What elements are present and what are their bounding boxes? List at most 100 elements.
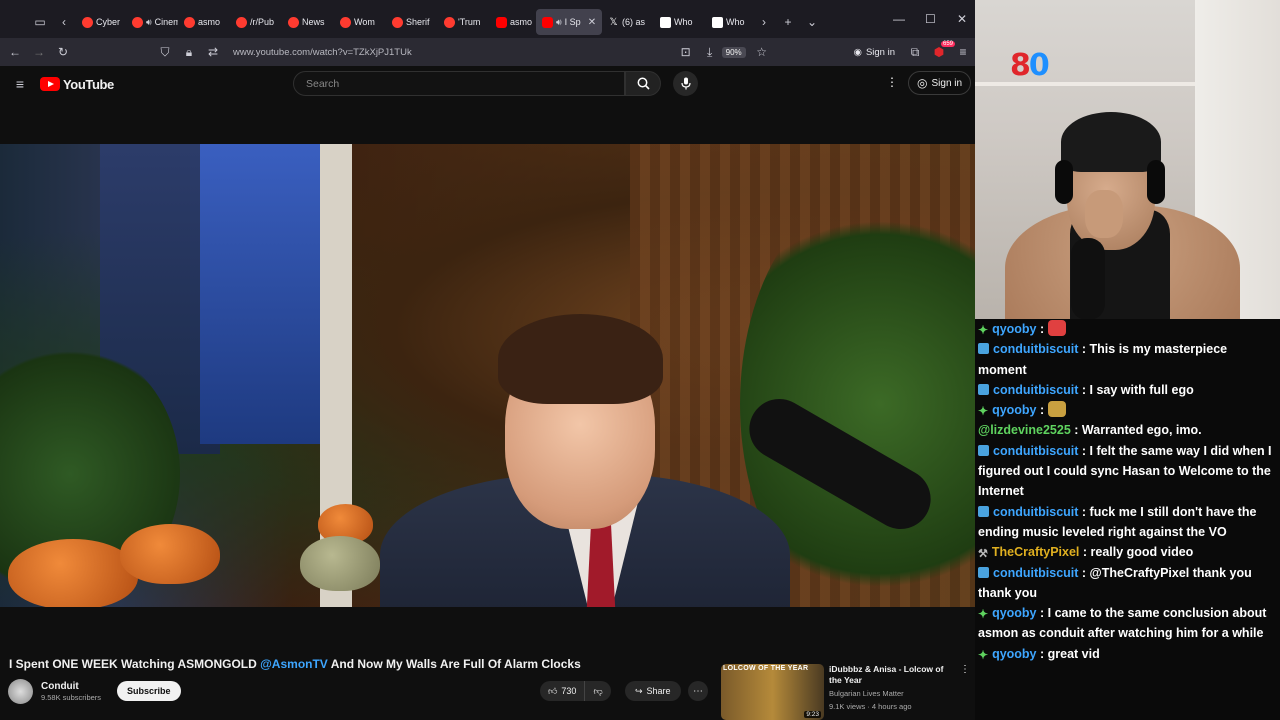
browser-tab[interactable]: asmo bbox=[490, 9, 536, 35]
video-player[interactable] bbox=[0, 144, 975, 607]
subscribe-button[interactable]: Subscribe bbox=[117, 681, 181, 701]
x-logo-icon: 𝕏 bbox=[609, 16, 618, 28]
chat-username[interactable]: @lizdevine2525 bbox=[978, 423, 1071, 437]
share-button[interactable]: ↪ Share bbox=[625, 681, 681, 701]
address-bar[interactable]: www.youtube.com/watch?v=TZkXjPJ1TUk bbox=[233, 47, 674, 58]
reload-icon[interactable]: ↻ bbox=[51, 45, 75, 59]
youtube-logo-text: YouTube bbox=[63, 76, 114, 92]
chat-message: ✦ qyooby : great vid bbox=[978, 644, 1278, 664]
app-menu-icon[interactable]: ≡ bbox=[951, 45, 975, 59]
search-icon bbox=[637, 77, 650, 90]
search-input[interactable]: Search bbox=[293, 71, 625, 96]
more-actions-button[interactable]: ⋯ bbox=[688, 681, 708, 701]
reddit-favicon-icon bbox=[236, 16, 247, 28]
browser-tab[interactable]: 🔊︎ Cinem bbox=[126, 9, 178, 35]
chat-username[interactable]: conduitbiscuit bbox=[993, 505, 1078, 519]
pumpkin bbox=[8, 539, 138, 607]
chat-text: I say with full ego bbox=[1089, 382, 1194, 397]
close-window-icon[interactable]: ✕ bbox=[957, 12, 967, 26]
chat-username[interactable]: qyooby bbox=[992, 403, 1036, 417]
back-icon[interactable]: ← bbox=[3, 45, 27, 59]
reddit-favicon-icon bbox=[184, 16, 195, 28]
close-tab-icon[interactable]: ✕ bbox=[588, 17, 596, 28]
firefox-account-button[interactable]: ◉ Sign in bbox=[854, 47, 895, 58]
channel-name[interactable]: Conduit bbox=[41, 681, 79, 692]
browser-tab[interactable]: /r/Pub bbox=[230, 9, 282, 35]
video-title-part: I Spent ONE WEEK Watching ASMONGOLD bbox=[9, 657, 261, 671]
browser-tab[interactable]: Wom bbox=[334, 9, 386, 35]
browser-tab[interactable]: Cyber bbox=[76, 9, 126, 35]
thumbs-up-icon: 👍︎ bbox=[548, 685, 558, 696]
extensions-icon[interactable]: ⧉ bbox=[903, 45, 927, 60]
chat-separator: : bbox=[1079, 545, 1091, 560]
web-favicon-icon bbox=[660, 16, 671, 28]
tab-label: Who bbox=[726, 17, 745, 27]
bookmark-star-icon[interactable]: ☆ bbox=[750, 45, 774, 59]
chat-panel: ✦ qyooby : conduitbiscuit : This is my ma… bbox=[975, 319, 1280, 720]
shield-icon[interactable]: ⛉ bbox=[153, 45, 177, 60]
chat-username[interactable]: TheCraftyPixel bbox=[992, 545, 1080, 559]
chat-username[interactable]: conduitbiscuit bbox=[993, 566, 1078, 580]
chat-username[interactable]: qyooby bbox=[992, 606, 1036, 620]
chat-username[interactable]: conduitbiscuit bbox=[993, 444, 1078, 458]
tab-label: /r/Pub bbox=[250, 17, 275, 27]
new-tab-icon[interactable]: + bbox=[776, 10, 800, 34]
browser-tab[interactable]: Who bbox=[654, 9, 706, 35]
chat-username[interactable]: qyooby bbox=[992, 647, 1036, 661]
ublock-badge: 659 bbox=[940, 41, 955, 47]
scroll-tabs-left-icon[interactable]: ‹ bbox=[52, 10, 76, 34]
forward-icon[interactable]: → bbox=[27, 45, 51, 59]
maximize-icon[interactable]: ☐ bbox=[925, 12, 936, 26]
permissions-icon[interactable]: ⇄ bbox=[201, 45, 225, 59]
speaker-icon[interactable]: 🔊︎ bbox=[146, 17, 152, 28]
like-dislike-group: 👍︎ 730 👎︎ bbox=[540, 681, 611, 701]
tool-badge-icon: ⚒ bbox=[978, 548, 988, 561]
headphone-right bbox=[1147, 160, 1165, 204]
browser-tab[interactable]: asmo bbox=[178, 9, 230, 35]
chat-username[interactable]: qyooby bbox=[992, 322, 1036, 336]
browser-tab[interactable]: Sherif bbox=[386, 9, 438, 35]
like-button[interactable]: 👍︎ 730 bbox=[540, 681, 586, 701]
settings-kebab-icon[interactable]: ⋮ bbox=[886, 75, 898, 89]
chat-separator: : bbox=[1036, 322, 1048, 336]
browser-tab[interactable]: 'Trum bbox=[438, 9, 490, 35]
voice-search-button[interactable] bbox=[673, 71, 698, 96]
scroll-tabs-right-icon[interactable]: › bbox=[752, 10, 776, 34]
prime-badge-icon bbox=[978, 566, 989, 578]
browser-tab[interactable]: 𝕏 (6) as bbox=[602, 9, 654, 35]
browser-tab[interactable]: 🔊︎ I Sp ✕ bbox=[536, 9, 602, 35]
chat-username[interactable]: conduitbiscuit bbox=[993, 342, 1078, 356]
channel-avatar[interactable] bbox=[8, 679, 33, 704]
lock-icon[interactable]: 🔒︎ bbox=[177, 45, 201, 60]
browser-tab[interactable]: News bbox=[282, 9, 334, 35]
minimize-icon[interactable]: — bbox=[893, 12, 905, 26]
youtube-signin-label: Sign in bbox=[931, 77, 963, 89]
browser-tab[interactable]: Who bbox=[706, 9, 752, 35]
youtube-favicon-icon bbox=[542, 16, 553, 28]
channel-mention-link[interactable]: @AsmonTV bbox=[260, 657, 328, 671]
chat-username[interactable]: conduitbiscuit bbox=[993, 383, 1078, 397]
video-title-part: And Now My Walls Are Full Of Alarm Clock… bbox=[327, 657, 581, 671]
account-icon: ◉ bbox=[853, 46, 862, 58]
recommended-kebab-icon[interactable]: ⋮ bbox=[960, 664, 970, 675]
share-label: Share bbox=[646, 686, 671, 696]
dislike-button[interactable]: 👎︎ bbox=[585, 686, 610, 697]
recommended-channel[interactable]: Bulgarian Lives Matter bbox=[829, 689, 904, 698]
recommended-title[interactable]: iDubbbz & Anisa - Lolcow of the Year bbox=[829, 664, 955, 686]
subscriber-count: 9.58K subscribers bbox=[41, 693, 102, 702]
screenshot-icon[interactable]: ⊡ bbox=[674, 45, 698, 59]
list-all-tabs-icon[interactable]: ⌄ bbox=[800, 10, 824, 34]
ublock-icon[interactable]: ⬢ 659 bbox=[927, 41, 955, 59]
zoom-level[interactable]: 90% bbox=[721, 46, 746, 58]
chat-separator: : bbox=[1036, 646, 1048, 661]
prime-badge-icon bbox=[978, 383, 989, 395]
speaker-icon[interactable]: 🔊︎ bbox=[556, 17, 562, 28]
search-button[interactable] bbox=[625, 71, 661, 96]
recommended-thumbnail[interactable]: LOLCOW OF THE YEAR 9:23 bbox=[721, 664, 824, 720]
pocket-icon[interactable]: ⤓ bbox=[698, 45, 722, 60]
reddit-favicon-icon bbox=[340, 16, 351, 28]
tab-list-icon[interactable]: ▭ bbox=[28, 10, 52, 34]
youtube-logo[interactable]: YouTube bbox=[40, 77, 114, 92]
youtube-signin-button[interactable]: ◎ Sign in bbox=[908, 71, 972, 95]
hamburger-menu-icon[interactable]: ≡ bbox=[8, 76, 32, 92]
